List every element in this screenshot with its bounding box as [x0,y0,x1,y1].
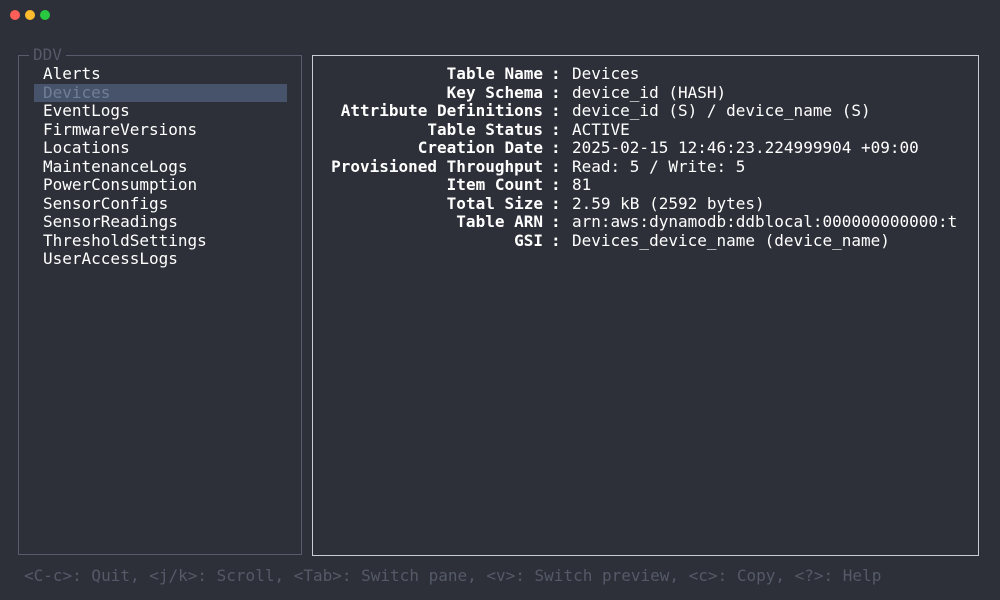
keybinding-help-bar: <C-c>: Quit, <j/k>: Scroll, <Tab>: Switc… [24,566,882,585]
detail-value: Devices [572,64,640,83]
detail-separator: : [551,212,561,231]
detail-value: 81 [572,175,592,194]
table-list: Alerts Devices EventLogs FirmwareVersions Lo… [34,64,287,269]
maximize-window-button[interactable] [40,10,50,20]
detail-key: Table Name [446,64,543,83]
table-list-item[interactable]: SensorConfigs [34,194,287,214]
detail-value: arn:aws:dynamodb:ddblocal:000000000000:t [572,212,958,231]
detail-separator: : [551,64,561,83]
table-details-pane[interactable]: Table Name: Devices Key Schema: device_id (… [312,55,979,556]
detail-value: Devices_device_name (device_name) [572,230,890,250]
detail-separator: : [551,193,561,213]
detail-row: Creation Date:2025-02-15 12:46:23.224999… [313,138,978,158]
detail-row: Table Status: ACTIVE [313,119,978,140]
detail-separator: : [551,230,561,250]
detail-separator: : [551,138,561,157]
detail-row: GSI: Devices_device_name (device_name) [313,230,978,251]
detail-row: Item Count:81 [313,175,978,195]
pane-title: DDV [29,46,66,64]
table-list-item[interactable]: PowerConsumption [34,175,287,195]
detail-key: Key Schema [446,82,543,102]
detail-key: Provisioned Throughput [331,156,543,176]
detail-separator: : [551,156,561,176]
table-list-pane[interactable]: DDV Alerts Devices EventLogs FirmwareVersio… [18,46,302,555]
detail-value: device_id (HASH) [572,82,727,102]
table-list-item[interactable]: UserAccessLogs [34,249,287,269]
detail-value: 2025-02-15 12:46:23.224999904 +09:00 [572,138,919,157]
detail-row: Key Schema: device_id (HASH) [313,82,978,103]
minimize-window-button[interactable] [25,10,35,20]
detail-separator: : [551,119,561,139]
detail-row: Table Name: Devices [313,64,978,84]
detail-key: Table ARN [456,212,543,231]
detail-value: device_id (S) / device_name (S) [572,101,871,120]
table-list-item[interactable]: SensorReadings [34,212,287,232]
table-list-item[interactable]: Devices [34,83,287,102]
detail-separator: : [551,82,561,102]
detail-row: Provisioned Throughput: Read: 5 / Write: … [313,156,978,177]
detail-key: Item Count [446,175,543,194]
table-list-item[interactable]: MaintenanceLogs [34,157,287,177]
table-list-item[interactable]: EventLogs [34,101,287,121]
detail-value: 2.59 kB (2592 bytes) [572,193,765,213]
detail-value: Read: 5 / Write: 5 [572,156,746,176]
window-controls [10,10,50,20]
detail-key: Total Size [446,193,543,213]
detail-separator: : [551,175,561,194]
detail-row: Total Size:2.59 kB (2592 bytes) [313,193,978,214]
table-list-item[interactable]: Locations [34,138,287,158]
detail-value: ACTIVE [572,119,630,139]
detail-key: GSI [514,230,543,250]
table-list-item[interactable]: ThresholdSettings [34,231,287,251]
close-window-button[interactable] [10,10,20,20]
detail-row: Attribute Definitions: device_id (S) / de… [313,101,978,121]
table-list-item[interactable]: FirmwareVersions [34,120,287,140]
detail-key: Attribute Definitions [340,101,543,120]
detail-key: Table Status [427,119,543,139]
detail-row: Table ARN: arn:aws:dynamodb:ddblocal:0000… [313,212,978,232]
table-list-item[interactable]: Alerts [34,64,287,84]
detail-separator: : [551,101,561,120]
detail-key: Creation Date [417,138,543,157]
